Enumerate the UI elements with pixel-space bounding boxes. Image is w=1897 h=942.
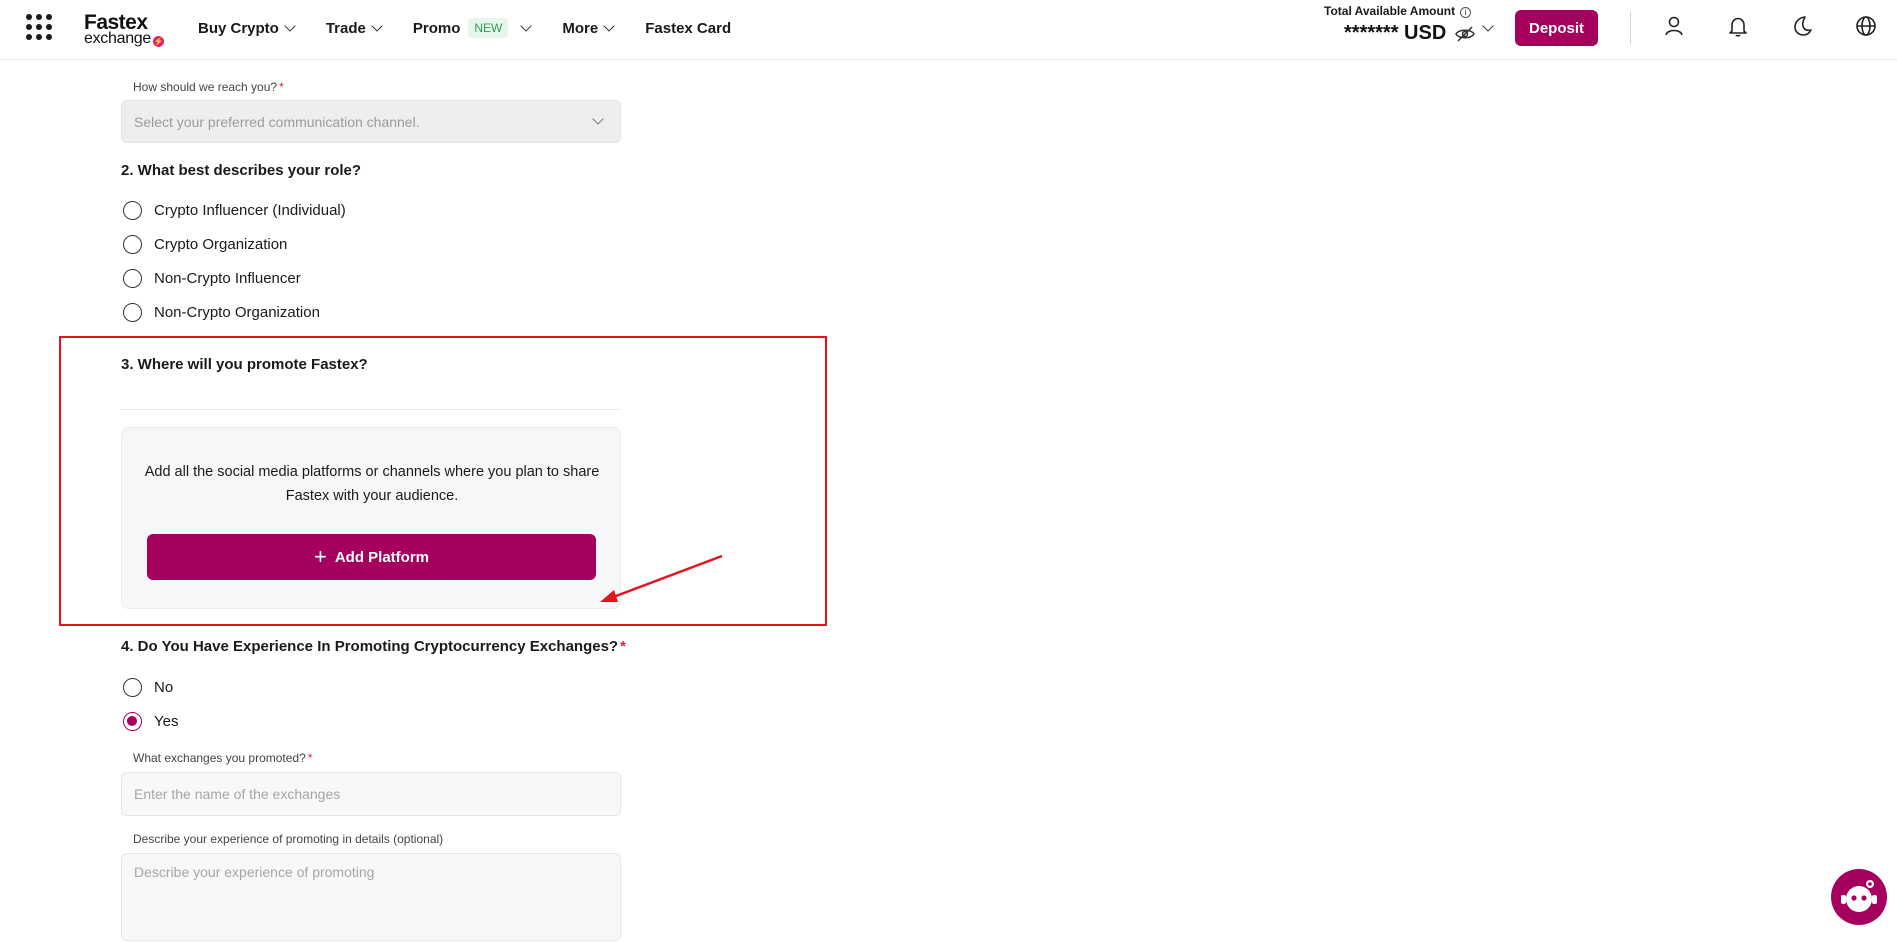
main-nav: Buy Crypto Trade Promo NEW More Fastex Ca… — [198, 18, 763, 38]
experience-option-yes[interactable]: Yes — [123, 712, 178, 731]
contact-channel-select[interactable]: Select your preferred communication chan… — [121, 100, 621, 143]
logo-subtitle: exchange — [84, 30, 151, 47]
question-3-title: 3. Where will you promote Fastex? — [121, 356, 368, 373]
platform-description: Add all the social media platforms or ch… — [144, 464, 600, 504]
question-4-title: 4. Do You Have Experience In Promoting C… — [121, 638, 619, 655]
chevron-down-icon[interactable] — [1482, 20, 1494, 32]
balance-value: ******* USD — [1344, 22, 1447, 44]
annotation-arrow — [600, 554, 723, 602]
info-icon[interactable]: i — [1460, 7, 1472, 18]
radio-button-selected[interactable] — [123, 712, 142, 731]
experience-textarea[interactable] — [121, 853, 621, 941]
required-mark: * — [307, 751, 313, 765]
contact-label: How should we reach you? — [133, 80, 278, 94]
radio-button[interactable] — [123, 303, 142, 322]
role-option-crypto-organization[interactable]: Crypto Organization — [123, 235, 287, 254]
chevron-down-icon — [284, 20, 296, 32]
contact-select-placeholder: Select your preferred communication chan… — [134, 114, 420, 130]
question-2-title: 2. What best describes your role? — [121, 162, 362, 179]
radio-button[interactable] — [123, 201, 142, 220]
balance-label: Total Available Amount — [1324, 4, 1456, 18]
exchanges-input[interactable] — [121, 772, 621, 816]
nav-buy-crypto[interactable]: Buy Crypto — [198, 20, 296, 37]
nav-trade[interactable]: Trade — [326, 20, 383, 37]
add-platform-button[interactable]: + Add Platform — [147, 534, 596, 580]
top-header: Fastex exchange ⚡ Buy Crypto Trade Promo N… — [0, 0, 1897, 60]
chevron-down-icon — [592, 113, 604, 125]
robot-icon — [1841, 880, 1877, 912]
chevron-down-icon — [603, 20, 615, 32]
logo-dot-icon: ⚡ — [153, 36, 164, 47]
plus-icon: + — [313, 544, 327, 569]
new-badge: NEW — [468, 18, 509, 38]
eye-hidden-icon[interactable] — [1454, 26, 1476, 42]
required-mark: * — [620, 638, 626, 655]
nav-promo[interactable]: Promo NEW — [413, 18, 533, 38]
chevron-down-icon — [371, 20, 383, 32]
radio-button[interactable] — [123, 678, 142, 697]
nav-more[interactable]: More — [562, 20, 615, 37]
required-mark: * — [279, 80, 284, 94]
globe-icon[interactable] — [1854, 14, 1878, 38]
role-option-non-crypto-influencer[interactable]: Non-Crypto Influencer — [123, 269, 301, 288]
nav-fastex-card[interactable]: Fastex Card — [645, 20, 731, 37]
experience-label: Describe your experience of promoting in… — [133, 832, 444, 846]
exchanges-label: What exchanges you promoted? — [133, 751, 306, 765]
experience-option-no[interactable]: No — [123, 678, 173, 697]
bell-icon[interactable] — [1726, 14, 1750, 38]
moon-icon[interactable] — [1790, 14, 1814, 38]
radio-button[interactable] — [123, 235, 142, 254]
chat-assistant-button[interactable] — [1831, 869, 1887, 925]
radio-button[interactable] — [123, 269, 142, 288]
role-option-non-crypto-organization[interactable]: Non-Crypto Organization — [123, 303, 320, 322]
balance-widget[interactable]: Total Available Amount i ******* USD — [1324, 4, 1494, 52]
user-icon[interactable] — [1662, 14, 1686, 38]
chevron-down-icon — [520, 20, 533, 32]
apps-grid-icon[interactable] — [26, 14, 52, 40]
role-option-crypto-influencer[interactable]: Crypto Influencer (Individual) — [123, 201, 346, 220]
platform-card: Add all the social media platforms or ch… — [121, 427, 621, 609]
fastex-logo[interactable]: Fastex exchange ⚡ — [84, 12, 164, 47]
deposit-button[interactable]: Deposit — [1515, 10, 1598, 46]
section-divider — [121, 409, 621, 410]
header-divider — [1630, 12, 1631, 44]
